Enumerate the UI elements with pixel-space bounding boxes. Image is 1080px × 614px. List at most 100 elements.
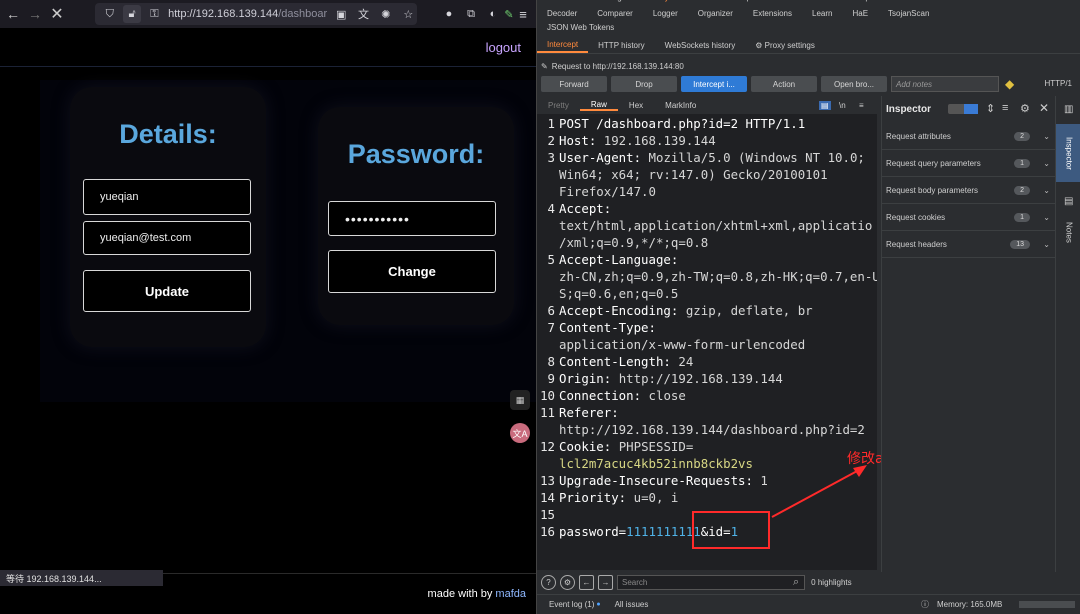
username-field[interactable]: yueqian	[83, 179, 251, 215]
request-line[interactable]: 4 Accept:	[537, 201, 877, 216]
request-line[interactable]: 11 Referer:	[537, 405, 877, 420]
menu-item-logger[interactable]: Logger	[643, 9, 688, 23]
side-tab-inspector[interactable]: Inspector	[1056, 124, 1080, 182]
tab-markinfo[interactable]: MarkInfo	[654, 101, 707, 110]
request-line[interactable]: Win64; x64; rv:147.0) Gecko/20100101	[537, 167, 877, 182]
action-button[interactable]: Action	[751, 76, 817, 92]
inspector-row[interactable]: Request cookies 1 ⌄	[882, 205, 1056, 231]
url-text[interactable]: http://192.168.139.144/dashboard.p	[168, 8, 327, 20]
tab-raw[interactable]: Raw	[579, 100, 618, 111]
request-line[interactable]: 12 Cookie: PHPSESSID=	[537, 439, 877, 454]
bookmark-star-icon[interactable]: ☆	[400, 5, 417, 23]
menu-icon[interactable]: ≡	[514, 5, 532, 23]
tab-http-history[interactable]: HTTP history	[588, 39, 655, 52]
tab-intercept[interactable]: Intercept	[537, 38, 589, 53]
logout-link[interactable]: logout	[486, 40, 521, 55]
request-line[interactable]: 9 Origin: http://192.168.139.144	[537, 371, 877, 386]
menu-item-repeater[interactable]: Repeater	[726, 0, 779, 7]
reader-view-icon[interactable]: ▣	[332, 5, 349, 23]
menu-item-extensions[interactable]: Extensions	[743, 9, 802, 23]
tab-websockets-history[interactable]: WebSockets history	[655, 39, 746, 52]
add-notes-input[interactable]: Add notes	[891, 76, 999, 92]
wrap-icon[interactable]: ▤	[819, 100, 831, 110]
menu-item-proxy[interactable]: Proxy	[638, 0, 678, 7]
event-log-link[interactable]: Event log (1)	[549, 600, 594, 609]
intercept-toggle-button[interactable]: Intercept i...	[681, 76, 747, 92]
menu-item-sequencer[interactable]: Sequencer	[843, 0, 902, 7]
request-line[interactable]: 2 Host: 192.168.139.144	[537, 133, 877, 148]
menu-item-json-web-tokens[interactable]: JSON Web Tokens	[537, 23, 624, 37]
prev-arrow-icon[interactable]: ←	[579, 574, 594, 590]
request-line[interactable]: zh-CN,zh;q=0.9,zh-TW;q=0.8,zh-HK;q=0.7,e…	[537, 269, 877, 284]
forward-arrow-icon[interactable]: →	[24, 3, 46, 25]
request-line[interactable]: 10 Connection: close	[537, 388, 877, 403]
chevron-down-icon[interactable]: ⌄	[1043, 132, 1050, 141]
tab-proxy-settings[interactable]: ⚙ Proxy settings	[745, 39, 825, 52]
inspector-row[interactable]: Request body parameters 2 ⌄	[882, 178, 1056, 204]
menu-item-hae[interactable]: HaE	[842, 9, 878, 23]
settings-gear-icon[interactable]: ⚙	[560, 574, 575, 590]
menu-item-intruder[interactable]: Intruder	[679, 0, 727, 7]
layout-toggle-icon[interactable]	[948, 104, 978, 114]
menu-item-tsojanscan[interactable]: TsojanScan	[878, 9, 939, 23]
request-line[interactable]: application/x-www-form-urlencoded	[537, 337, 877, 352]
email-field[interactable]: yueqian@test.com	[83, 221, 251, 255]
notes-icon[interactable]: ▤	[1064, 196, 1073, 207]
request-line[interactable]: S;q=0.6,en;q=0.5	[537, 286, 877, 301]
chevron-down-icon[interactable]: ⌄	[1043, 213, 1050, 222]
request-line[interactable]: 8 Content-Length: 24	[537, 354, 877, 369]
qr-code-icon[interactable]: ▦	[510, 390, 530, 410]
menu-item-decoder[interactable]: Decoder	[537, 9, 587, 23]
newline-icon[interactable]: \n	[839, 101, 846, 110]
request-line[interactable]: 7 Content-Type:	[537, 320, 877, 335]
menu-item-learn[interactable]: Learn	[802, 9, 842, 23]
next-arrow-icon[interactable]: →	[598, 574, 613, 590]
tab-pretty[interactable]: Pretty	[537, 101, 580, 110]
stop-loading-icon[interactable]: ✕	[46, 3, 68, 25]
request-line[interactable]: http://192.168.139.144/dashboard.php?id=…	[537, 422, 877, 437]
translate-icon[interactable]: 文	[355, 5, 372, 23]
open-browser-button[interactable]: Open bro...	[821, 76, 887, 92]
align-icon[interactable]: ⇕	[986, 102, 995, 115]
request-line[interactable]: /xml;q=0.9,*/*;q=0.8	[537, 235, 877, 250]
request-line[interactable]: 1 POST /dashboard.php?id=2 HTTP/1.1	[537, 116, 877, 131]
request-line[interactable]: 5 Accept-Language:	[537, 252, 877, 267]
request-editor[interactable]: 1 POST /dashboard.php?id=2 HTTP/1.1 2 Host:…	[537, 114, 877, 570]
menu-item-organizer[interactable]: Organizer	[688, 9, 743, 23]
request-line[interactable]: 3 User-Agent: Mozilla/5.0 (Windows NT 10.…	[537, 150, 877, 165]
menu-item-dashboard[interactable]: Dashboard	[537, 0, 596, 7]
search-input[interactable]: Search	[617, 574, 805, 590]
list-icon[interactable]: ≡	[1002, 102, 1008, 114]
back-arrow-icon[interactable]: ←	[2, 3, 24, 25]
password-field[interactable]: •••••••••••	[328, 201, 496, 236]
footer-brand-link[interactable]: mafda	[495, 588, 526, 600]
drop-button[interactable]: Drop	[611, 76, 677, 92]
account-icon[interactable]: ●	[440, 5, 458, 23]
request-line[interactable]: text/html,application/xhtml+xml,applicat…	[537, 218, 877, 233]
forward-button[interactable]: Forward	[541, 76, 607, 92]
request-line[interactable]: 6 Accept-Encoding: gzip, deflate, br	[537, 303, 877, 318]
chevron-down-icon[interactable]: ⌄	[1043, 240, 1050, 249]
all-issues-link[interactable]: All issues	[615, 600, 649, 609]
key-icon[interactable]: ⚿	[146, 5, 163, 23]
inspector-row[interactable]: Request attributes 2 ⌄	[882, 124, 1056, 150]
http-version[interactable]: HTTP/1	[1044, 79, 1072, 88]
inspector-row[interactable]: Request query parameters 1 ⌄	[882, 151, 1056, 177]
inspector-row[interactable]: Request headers 13 ⌄	[882, 232, 1056, 258]
tab-hex[interactable]: Hex	[618, 101, 654, 110]
change-button[interactable]: Change	[328, 250, 496, 293]
menu-item-target[interactable]: Target	[596, 0, 638, 7]
request-line[interactable]: Firefox/147.0	[537, 184, 877, 199]
update-button[interactable]: Update	[83, 270, 251, 312]
chevron-down-icon[interactable]: ⌄	[1043, 159, 1050, 168]
search-icon[interactable]: ⌕	[793, 576, 799, 589]
help-icon[interactable]: ?	[541, 574, 556, 590]
translate-float-icon[interactable]: 文A	[510, 423, 530, 443]
lock-icon[interactable]: 🔓︎	[123, 5, 141, 23]
inspector-gear-icon[interactable]: ⚙	[1020, 102, 1030, 115]
menu-item-collaborator[interactable]: Collaborator	[779, 0, 843, 7]
close-icon[interactable]: ✕	[1039, 101, 1049, 115]
extensions-icon[interactable]: ⧉	[462, 5, 480, 23]
chevron-down-icon[interactable]: ⌄	[1043, 186, 1050, 195]
url-bar[interactable]: ⛉ 🔓︎ ⚿ http://192.168.139.144/dashboard.…	[95, 3, 417, 25]
